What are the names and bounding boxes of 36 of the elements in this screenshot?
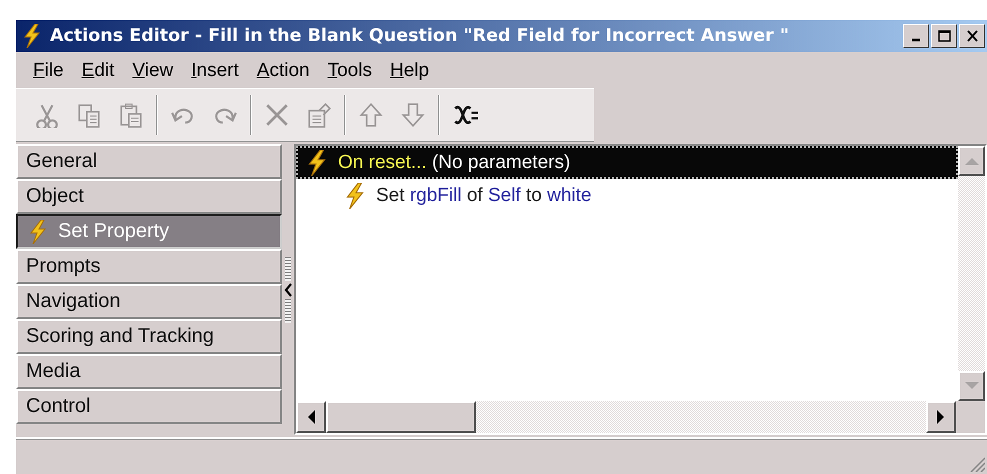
scroll-left-button[interactable] <box>296 401 326 433</box>
category-button[interactable]: Prompts <box>16 249 282 284</box>
category-button[interactable]: Navigation <box>16 284 282 319</box>
category-button[interactable]: Set Property <box>16 214 282 249</box>
scroll-up-button[interactable] <box>958 146 985 176</box>
maximize-icon <box>936 29 952 43</box>
menu-item[interactable]: Edit <box>72 60 124 82</box>
category-button[interactable]: Control <box>16 389 282 424</box>
close-button[interactable] <box>959 24 985 48</box>
up-triangle-icon <box>964 157 978 165</box>
tree-item[interactable]: Set rgbFill of Self to white <box>376 184 592 206</box>
menu-item[interactable]: Insert <box>182 60 248 82</box>
right-triangle-icon <box>937 410 945 424</box>
scroll-thumb[interactable] <box>326 401 476 433</box>
menu-item[interactable]: View <box>123 60 182 82</box>
vertical-scrollbar[interactable] <box>958 146 985 401</box>
left-triangle-icon <box>307 410 315 424</box>
down-triangle-icon <box>964 382 978 390</box>
category-button[interactable]: Scoring and Tracking <box>16 319 282 354</box>
resize-grip-icon[interactable] <box>969 456 985 472</box>
menu-item[interactable]: Help <box>380 60 438 82</box>
category-button[interactable]: Media <box>16 354 282 389</box>
scroll-right-button[interactable] <box>926 401 956 433</box>
minimize-button[interactable] <box>903 24 929 48</box>
menu-item[interactable]: Action <box>248 60 319 82</box>
window-title: Actions Editor - Fill in the Blank Question "Red Field for Incorrect Answer " <box>50 26 790 46</box>
menu-item[interactable]: File <box>24 60 73 82</box>
category-button[interactable]: Object <box>16 179 282 214</box>
minimize-icon <box>911 38 921 42</box>
close-icon <box>964 29 980 43</box>
maximize-button[interactable] <box>931 24 957 48</box>
scrollbar-corner <box>956 401 985 433</box>
category-button[interactable]: General <box>16 144 282 179</box>
horizontal-scrollbar[interactable] <box>296 401 985 433</box>
scroll-down-button[interactable] <box>958 371 985 401</box>
menu-item[interactable]: Tools <box>318 60 381 82</box>
